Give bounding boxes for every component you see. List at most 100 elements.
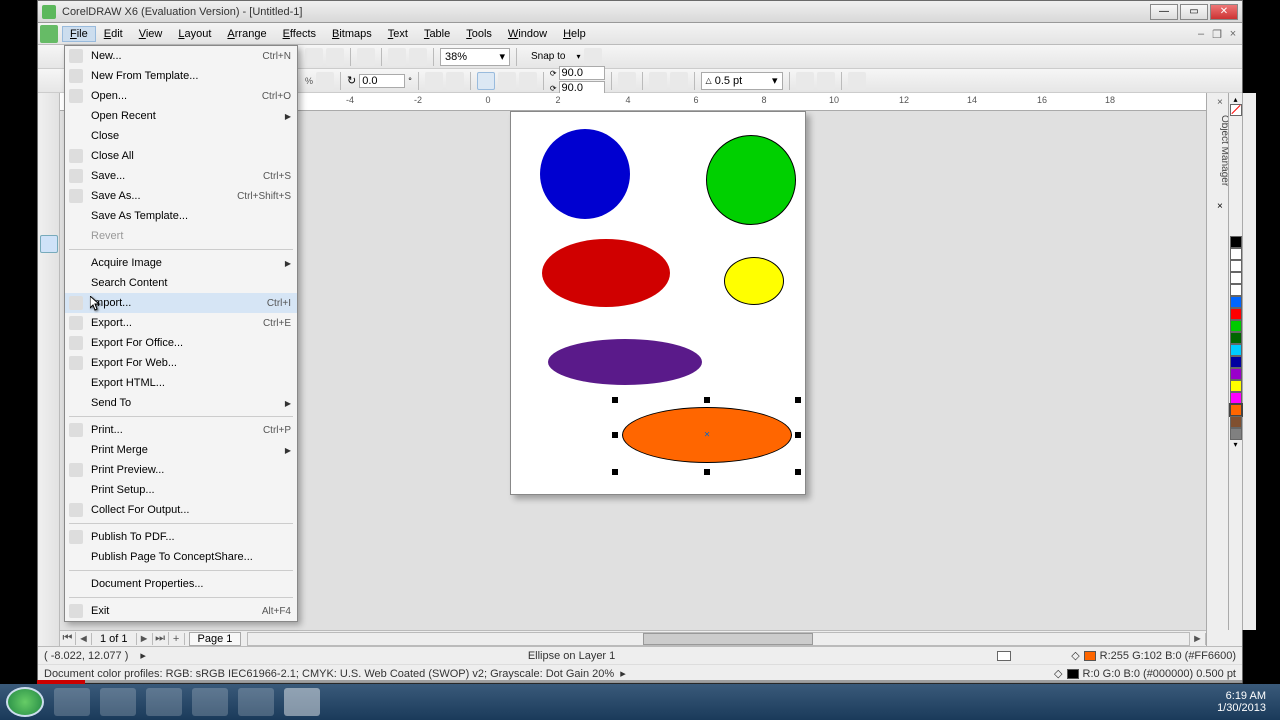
coreldraw-task-icon[interactable]	[284, 688, 320, 716]
file-menu-import[interactable]: Import...Ctrl+I	[65, 293, 297, 313]
shape-tool[interactable]	[40, 115, 58, 133]
green-ellipse[interactable]	[706, 135, 796, 225]
selection-handle[interactable]	[795, 397, 801, 403]
color-swatch[interactable]	[1230, 380, 1242, 392]
file-menu-save[interactable]: Save...Ctrl+S	[65, 166, 297, 186]
yellow-ellipse[interactable]	[724, 257, 784, 305]
selection-handle[interactable]	[795, 469, 801, 475]
file-menu-close[interactable]: Close	[65, 126, 297, 146]
fill-tool[interactable]	[40, 395, 58, 413]
menu-edit[interactable]: Edit	[96, 26, 131, 42]
connector-tool[interactable]	[40, 335, 58, 353]
last-page-icon[interactable]: ⏭	[153, 632, 169, 645]
convert-curves-icon[interactable]	[796, 72, 814, 90]
outline-info-icon[interactable]: ◇	[1054, 667, 1062, 680]
start-button[interactable]	[6, 687, 44, 717]
wrap-text-icon[interactable]	[618, 72, 636, 90]
close-button[interactable]: ✕	[1210, 4, 1238, 20]
file-menu-open[interactable]: Open...Ctrl+O	[65, 86, 297, 106]
file-menu-publish-page-to-conceptshare[interactable]: Publish Page To ConceptShare...	[65, 547, 297, 567]
snap-dropdown-icon[interactable]: ▾	[576, 52, 580, 61]
zoom-tool[interactable]	[40, 155, 58, 173]
outline-tool[interactable]	[40, 415, 58, 433]
minimize-button[interactable]: —	[1150, 4, 1178, 20]
palette-scroll-up-icon[interactable]: ▴	[1233, 95, 1237, 104]
color-swatch[interactable]	[1230, 356, 1242, 368]
mdi-close-icon[interactable]: ×	[1226, 28, 1240, 40]
fill-info-icon[interactable]: ◇	[1071, 649, 1079, 662]
eyedrop-tool[interactable]	[40, 375, 58, 393]
menu-layout[interactable]: Layout	[170, 26, 219, 42]
menu-bitmaps[interactable]: Bitmaps	[324, 26, 380, 42]
color-swatch[interactable]	[1230, 428, 1242, 440]
firefox-icon[interactable]	[238, 688, 274, 716]
color-swatch[interactable]	[1230, 368, 1242, 380]
color-swatch[interactable]	[1230, 260, 1242, 272]
rectangle-tool[interactable]	[40, 215, 58, 233]
color-swatch[interactable]	[1230, 272, 1242, 284]
file-menu-save-as[interactable]: Save As...Ctrl+Shift+S	[65, 186, 297, 206]
color-swatch[interactable]	[1230, 308, 1242, 320]
menu-tools[interactable]: Tools	[458, 26, 500, 42]
file-menu-print-setup[interactable]: Print Setup...	[65, 480, 297, 500]
ie-icon[interactable]	[54, 688, 90, 716]
menu-view[interactable]: View	[131, 26, 171, 42]
blue-ellipse[interactable]	[540, 129, 630, 219]
color-swatch[interactable]	[1230, 404, 1242, 416]
color-swatch[interactable]	[1230, 284, 1242, 296]
selection-handle[interactable]	[795, 432, 801, 438]
next-page-icon[interactable]: ►	[137, 633, 153, 645]
zoom-combo[interactable]: 38%▾	[440, 48, 510, 66]
file-menu-print-merge[interactable]: Print Merge▶	[65, 440, 297, 460]
app-menu-icon[interactable]	[40, 25, 58, 43]
menu-arrange[interactable]: Arrange	[219, 26, 274, 42]
selection-handle[interactable]	[612, 432, 618, 438]
explorer-icon[interactable]	[100, 688, 136, 716]
file-menu-search-content[interactable]: Search Content	[65, 273, 297, 293]
color-swatch[interactable]	[1230, 332, 1242, 344]
publish-pdf-icon[interactable]	[357, 48, 375, 66]
options-icon[interactable]	[409, 48, 427, 66]
crop-tool[interactable]	[40, 135, 58, 153]
menu-effects[interactable]: Effects	[275, 26, 324, 42]
dimension-tool[interactable]	[40, 315, 58, 333]
to-front-icon[interactable]	[649, 72, 667, 90]
media-player-icon[interactable]	[146, 688, 182, 716]
prev-page-icon[interactable]: ◄	[76, 633, 92, 645]
color-swatch[interactable]	[1230, 236, 1242, 248]
menu-table[interactable]: Table	[416, 26, 458, 42]
color-swatch[interactable]	[1230, 416, 1242, 428]
import-icon[interactable]	[305, 48, 323, 66]
export-icon[interactable]	[326, 48, 344, 66]
effects-tool[interactable]	[40, 355, 58, 373]
file-menu-acquire-image[interactable]: Acquire Image▶	[65, 253, 297, 273]
file-menu-export[interactable]: Export...Ctrl+E	[65, 313, 297, 333]
file-menu-export-for-web[interactable]: Export For Web...	[65, 353, 297, 373]
color-swatch[interactable]	[1230, 320, 1242, 332]
smart-tool[interactable]	[40, 195, 58, 213]
mesh-tool[interactable]	[40, 455, 58, 473]
file-menu-print[interactable]: Print...Ctrl+P	[65, 420, 297, 440]
selection-handle[interactable]	[612, 469, 618, 475]
color-swatch[interactable]	[1230, 296, 1242, 308]
options-button[interactable]	[584, 48, 602, 66]
file-menu-open-recent[interactable]: Open Recent▶	[65, 106, 297, 126]
color-swatch[interactable]	[1230, 392, 1242, 404]
mdi-restore-icon[interactable]: ❐	[1210, 28, 1224, 40]
interactive-tool[interactable]	[40, 435, 58, 453]
color-tool[interactable]	[40, 495, 58, 513]
mirror-v-icon[interactable]	[446, 72, 464, 90]
file-menu-save-as-template[interactable]: Save As Template...	[65, 206, 297, 226]
symbol-icon[interactable]	[848, 72, 866, 90]
file-menu-export-html[interactable]: Export HTML...	[65, 373, 297, 393]
pie-tool-icon[interactable]	[498, 72, 516, 90]
file-menu-export-for-office[interactable]: Export For Office...	[65, 333, 297, 353]
color-swatch[interactable]	[1230, 248, 1242, 260]
menu-text[interactable]: Text	[380, 26, 416, 42]
align-icon[interactable]	[817, 72, 835, 90]
scroll-right-icon[interactable]: ►	[1190, 633, 1206, 645]
file-menu-new[interactable]: New...Ctrl+N	[65, 46, 297, 66]
docker-close-icon[interactable]: ×	[1217, 201, 1223, 212]
file-menu-collect-for-output[interactable]: Collect For Output...	[65, 500, 297, 520]
fill-swatch[interactable]	[1084, 651, 1096, 661]
